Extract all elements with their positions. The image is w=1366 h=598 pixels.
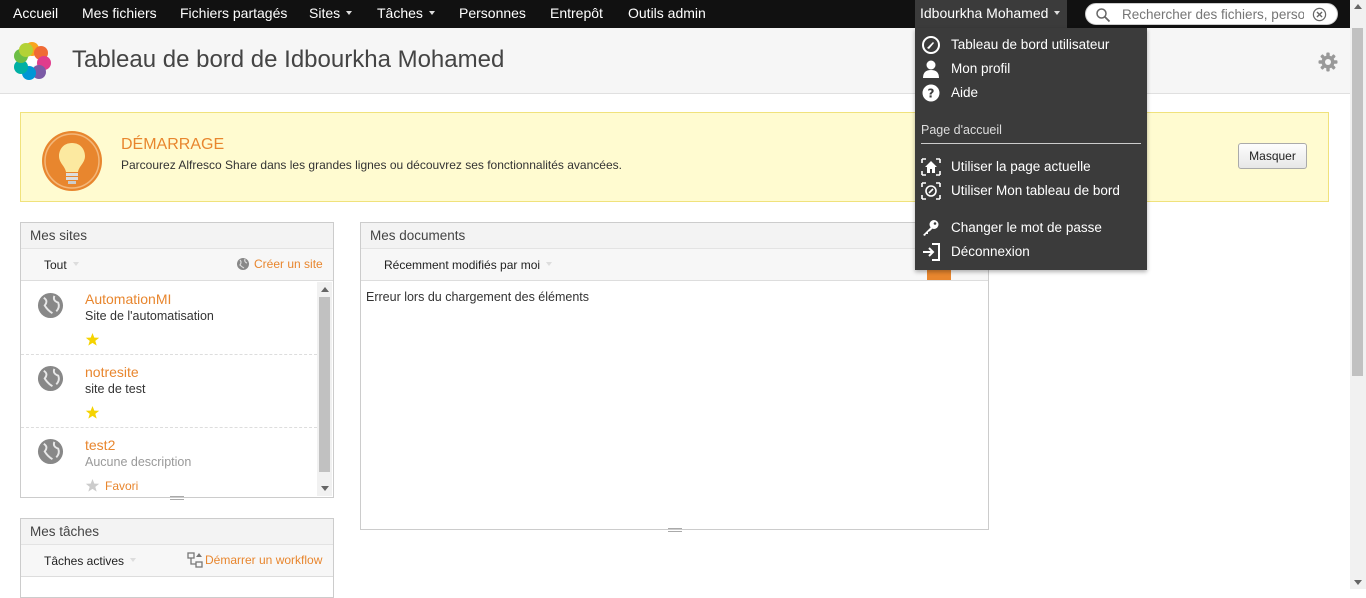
resize-handle[interactable]: [667, 528, 682, 532]
menu-item-label: Utiliser Mon tableau de bord: [951, 183, 1120, 198]
site-description: Aucune description: [85, 455, 192, 469]
nav-admin-tools[interactable]: Outils admin: [628, 0, 706, 28]
nav-shared-files[interactable]: Fichiers partagés: [180, 0, 287, 28]
user-menu[interactable]: Idbourkha Mohamed: [915, 0, 1067, 28]
nav-people[interactable]: Personnes: [459, 0, 526, 28]
help-icon: ?: [922, 84, 940, 102]
site-description: site de test: [85, 382, 146, 396]
star-icon[interactable]: [85, 478, 100, 493]
globe-icon: [37, 365, 64, 392]
site-name-link[interactable]: test2: [85, 437, 115, 453]
favorite-link[interactable]: Favori: [105, 479, 138, 493]
user-dropdown-menu: Tableau de bord utilisateur Mon profil ?…: [915, 28, 1147, 270]
sites-scrollbar[interactable]: [317, 282, 332, 496]
banner-description: Parcourez Alfresco Share dans les grande…: [121, 158, 622, 172]
menu-item-label: Mon profil: [951, 61, 1011, 76]
star-icon[interactable]: [85, 405, 100, 420]
hide-button[interactable]: Masquer: [1238, 143, 1307, 169]
tasks-toolbar: Tâches actives Démarrer un workflow: [21, 545, 333, 577]
nav-sites[interactable]: Sites: [309, 0, 352, 28]
dashboard-icon: [921, 182, 941, 200]
logout-icon: [923, 243, 940, 261]
start-workflow-link[interactable]: Démarrer un workflow: [205, 553, 322, 567]
page-header: Tableau de bord de Idbourkha Mohamed: [0, 28, 1350, 94]
dashlet-title: Mes tâches: [21, 519, 333, 545]
nav-repository[interactable]: Entrepôt: [550, 0, 603, 28]
globe-icon: [237, 258, 249, 270]
user-icon: [923, 60, 939, 78]
documents-toolbar: Récemment modifiés par moi: [361, 249, 988, 281]
documents-filter-dropdown[interactable]: Récemment modifiés par moi: [384, 258, 552, 272]
top-navigation-bar: Accueil Mes fichiers Fichiers partagés S…: [0, 0, 1366, 28]
menu-item-label: Utiliser la page actuelle: [951, 159, 1091, 174]
scroll-up-arrow[interactable]: [321, 287, 329, 292]
lightbulb-icon: [42, 131, 102, 191]
search-box: [1085, 3, 1338, 25]
page-title: Tableau de bord de Idbourkha Mohamed: [72, 46, 505, 73]
site-name-link[interactable]: AutomationMI: [85, 291, 171, 307]
error-message: Erreur lors du chargement des éléments: [366, 290, 590, 304]
site-name-link[interactable]: notresite: [85, 364, 139, 380]
list-item: test2 Aucune description Favori: [21, 428, 317, 501]
nav-home[interactable]: Accueil: [13, 0, 58, 28]
my-sites-dashlet: Mes sites Tout Créer un site AutomationM…: [20, 222, 334, 501]
key-icon: [923, 220, 939, 236]
svg-text:?: ?: [928, 87, 935, 101]
menu-item-label: Aide: [951, 85, 979, 100]
globe-icon: [37, 438, 64, 465]
divider: [921, 143, 1141, 144]
nav-my-files[interactable]: Mes fichiers: [82, 0, 157, 28]
star-icon[interactable]: [85, 332, 100, 347]
my-documents-dashlet: Mes documents Récemment modifiés par moi…: [360, 222, 989, 532]
menu-item-label: Tableau de bord utilisateur: [951, 37, 1110, 52]
home-page-heading: Page d'accueil: [921, 123, 1002, 137]
banner-title: DÉMARRAGE: [121, 136, 225, 153]
home-icon: [921, 158, 941, 176]
search-input[interactable]: [1122, 6, 1304, 23]
dashboard-icon: [922, 36, 940, 54]
scroll-thumb[interactable]: [1352, 28, 1363, 376]
sites-filter-dropdown[interactable]: Tout: [44, 258, 79, 272]
list-item: notresite site de test: [21, 355, 317, 428]
search-icon[interactable]: [1095, 7, 1111, 23]
scroll-down-arrow[interactable]: [1354, 580, 1362, 585]
tasks-filter-dropdown[interactable]: Tâches actives: [44, 554, 136, 568]
scroll-down-arrow[interactable]: [321, 486, 329, 491]
sites-toolbar: Tout Créer un site: [21, 249, 333, 281]
globe-icon: [37, 292, 64, 319]
gear-icon[interactable]: [1318, 52, 1338, 72]
scroll-thumb[interactable]: [319, 297, 330, 472]
alfresco-logo: [14, 42, 51, 80]
site-description: Site de l'automatisation: [85, 309, 214, 323]
dashlet-title: Mes sites: [21, 223, 333, 249]
menu-item-label: Changer le mot de passe: [951, 220, 1102, 235]
create-site-link[interactable]: Créer un site: [254, 257, 323, 271]
clear-search-icon[interactable]: [1312, 7, 1327, 22]
my-tasks-dashlet: Mes tâches Tâches actives Démarrer un wo…: [20, 518, 334, 598]
page-scrollbar[interactable]: [1350, 0, 1366, 589]
menu-item-label: Déconnexion: [951, 244, 1030, 259]
scroll-up-arrow[interactable]: [1354, 4, 1362, 9]
resize-handle[interactable]: [170, 496, 184, 500]
dashlet-title: Mes documents: [361, 223, 988, 249]
list-item: AutomationMI Site de l'automatisation: [21, 282, 317, 355]
nav-tasks[interactable]: Tâches: [377, 0, 435, 28]
workflow-icon: [187, 552, 203, 568]
